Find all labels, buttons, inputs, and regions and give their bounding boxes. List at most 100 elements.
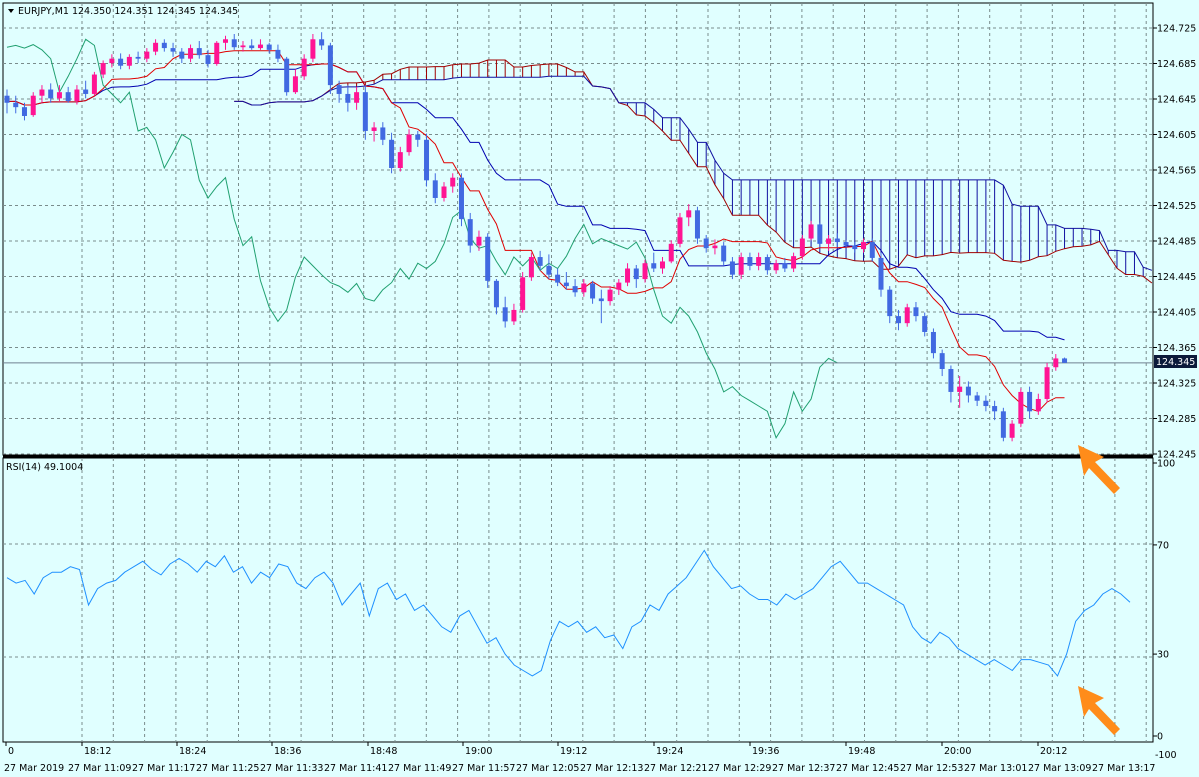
candle-body [214, 42, 220, 64]
candle-body [930, 331, 936, 354]
candle-body [21, 107, 27, 116]
candle-body [144, 51, 150, 59]
candle-body [485, 236, 491, 281]
chart-background [0, 0, 1199, 777]
date-label: 27 Mar 12:53 [900, 763, 963, 774]
time-label: 19:48 [848, 746, 875, 757]
candle-body [773, 263, 779, 271]
candle-body [153, 42, 159, 52]
candle-body [590, 283, 596, 299]
candle-body [712, 245, 718, 249]
candle-body [327, 45, 333, 86]
candle-body [520, 277, 526, 310]
candle-body [354, 92, 360, 103]
date-label: 27 Mar 11:33 [260, 763, 323, 774]
candle-body [948, 369, 954, 392]
time-label: 18:48 [370, 746, 397, 757]
candle-body [764, 257, 770, 271]
candle-body [1053, 358, 1059, 368]
candle-body [677, 217, 683, 244]
candle-body [284, 58, 290, 93]
candle-body [1018, 391, 1024, 424]
candle-body [109, 58, 115, 64]
candle-body [310, 39, 316, 59]
candle-body [467, 219, 473, 246]
candle-body [625, 268, 631, 283]
candle-body [196, 48, 202, 56]
candle-body [799, 238, 805, 257]
candle-body [869, 242, 875, 258]
candle-body [974, 395, 980, 401]
candle-body [878, 257, 884, 290]
price-tick-label: 124.725 [1157, 24, 1196, 35]
candle-body [135, 56, 141, 59]
candle-body [161, 42, 167, 49]
date-label: 27 Mar 13:09 [1028, 763, 1091, 774]
chart-canvas[interactable]: EURJPY,M1 124.350 124.351 124.345 124.34… [0, 0, 1199, 777]
candle-body [188, 48, 194, 59]
time-label: 18:12 [84, 746, 111, 757]
candle-body [904, 307, 910, 324]
candle-body [642, 263, 648, 280]
candle-body [48, 89, 54, 99]
time-label: 20:12 [1040, 746, 1067, 757]
candle-body [843, 242, 849, 246]
candle-body [922, 316, 928, 332]
candle-body [266, 44, 272, 50]
candle-body [493, 280, 499, 308]
candle-body [362, 92, 368, 131]
date-label: 27 Mar 11:25 [196, 763, 259, 774]
date-label: 27 Mar 11:57 [452, 763, 515, 774]
rsi-level-label: 30 [1157, 650, 1169, 661]
date-label: 27 Mar 11:41 [324, 763, 387, 774]
time-label: 19:00 [465, 746, 492, 757]
candle-body [1000, 411, 1006, 438]
candle-body [502, 307, 508, 322]
current-price-marker: 124.345 [1154, 355, 1197, 368]
candle-body [694, 210, 700, 239]
date-label: 27 Mar 12:45 [836, 763, 899, 774]
candle-body [598, 298, 604, 302]
candle-body [686, 210, 692, 218]
candle-body [1027, 391, 1033, 412]
time-label: 19:36 [752, 746, 779, 757]
candle-body [292, 76, 298, 93]
candle-body [651, 263, 657, 269]
candle-body [913, 307, 919, 317]
time-axis-lower[interactable]: 27 Mar 2019 27 Mar 11:09 27 Mar 11:17 27 Ma… [4, 763, 1155, 774]
candle-body [721, 245, 727, 262]
candle-body [65, 92, 71, 101]
candle-body [458, 177, 464, 220]
rsi-level-label: 100 [1157, 459, 1175, 470]
main-chart-header: EURJPY,M1 124.350 124.351 124.345 124.34… [8, 6, 238, 17]
candle-body [895, 316, 901, 324]
candle-body [100, 63, 106, 75]
candle-body [511, 309, 517, 322]
rsi-level-label: 70 [1157, 540, 1169, 551]
candle-body [703, 238, 709, 249]
candle-body [30, 95, 36, 116]
candle-body [668, 243, 674, 262]
date-label: 27 Mar 11:09 [68, 763, 131, 774]
candle-body [126, 56, 132, 66]
date-label: 27 Mar 12:21 [644, 763, 707, 774]
candle-body [616, 282, 622, 290]
candle-body [1062, 358, 1068, 363]
candle-body [397, 152, 403, 168]
symbol-header: EURJPY,M1 124.350 124.351 124.345 124.34… [18, 6, 238, 17]
candle-body [441, 186, 447, 198]
candle-body [817, 224, 823, 244]
candle-body [1009, 423, 1015, 438]
candle-body [660, 261, 665, 269]
candle-body [336, 85, 342, 94]
price-tick-label: 124.605 [1157, 130, 1196, 141]
time-label: 19:12 [560, 746, 587, 757]
candle-body [424, 139, 430, 181]
candle-body [74, 89, 80, 101]
candle-body [887, 289, 893, 317]
price-tick-label: 124.565 [1157, 166, 1196, 177]
date-label: 27 Mar 11:49 [388, 763, 451, 774]
price-tick-label: 124.445 [1157, 272, 1196, 283]
rsi-level-label: 0 [1157, 732, 1163, 743]
candle-body [834, 238, 840, 243]
